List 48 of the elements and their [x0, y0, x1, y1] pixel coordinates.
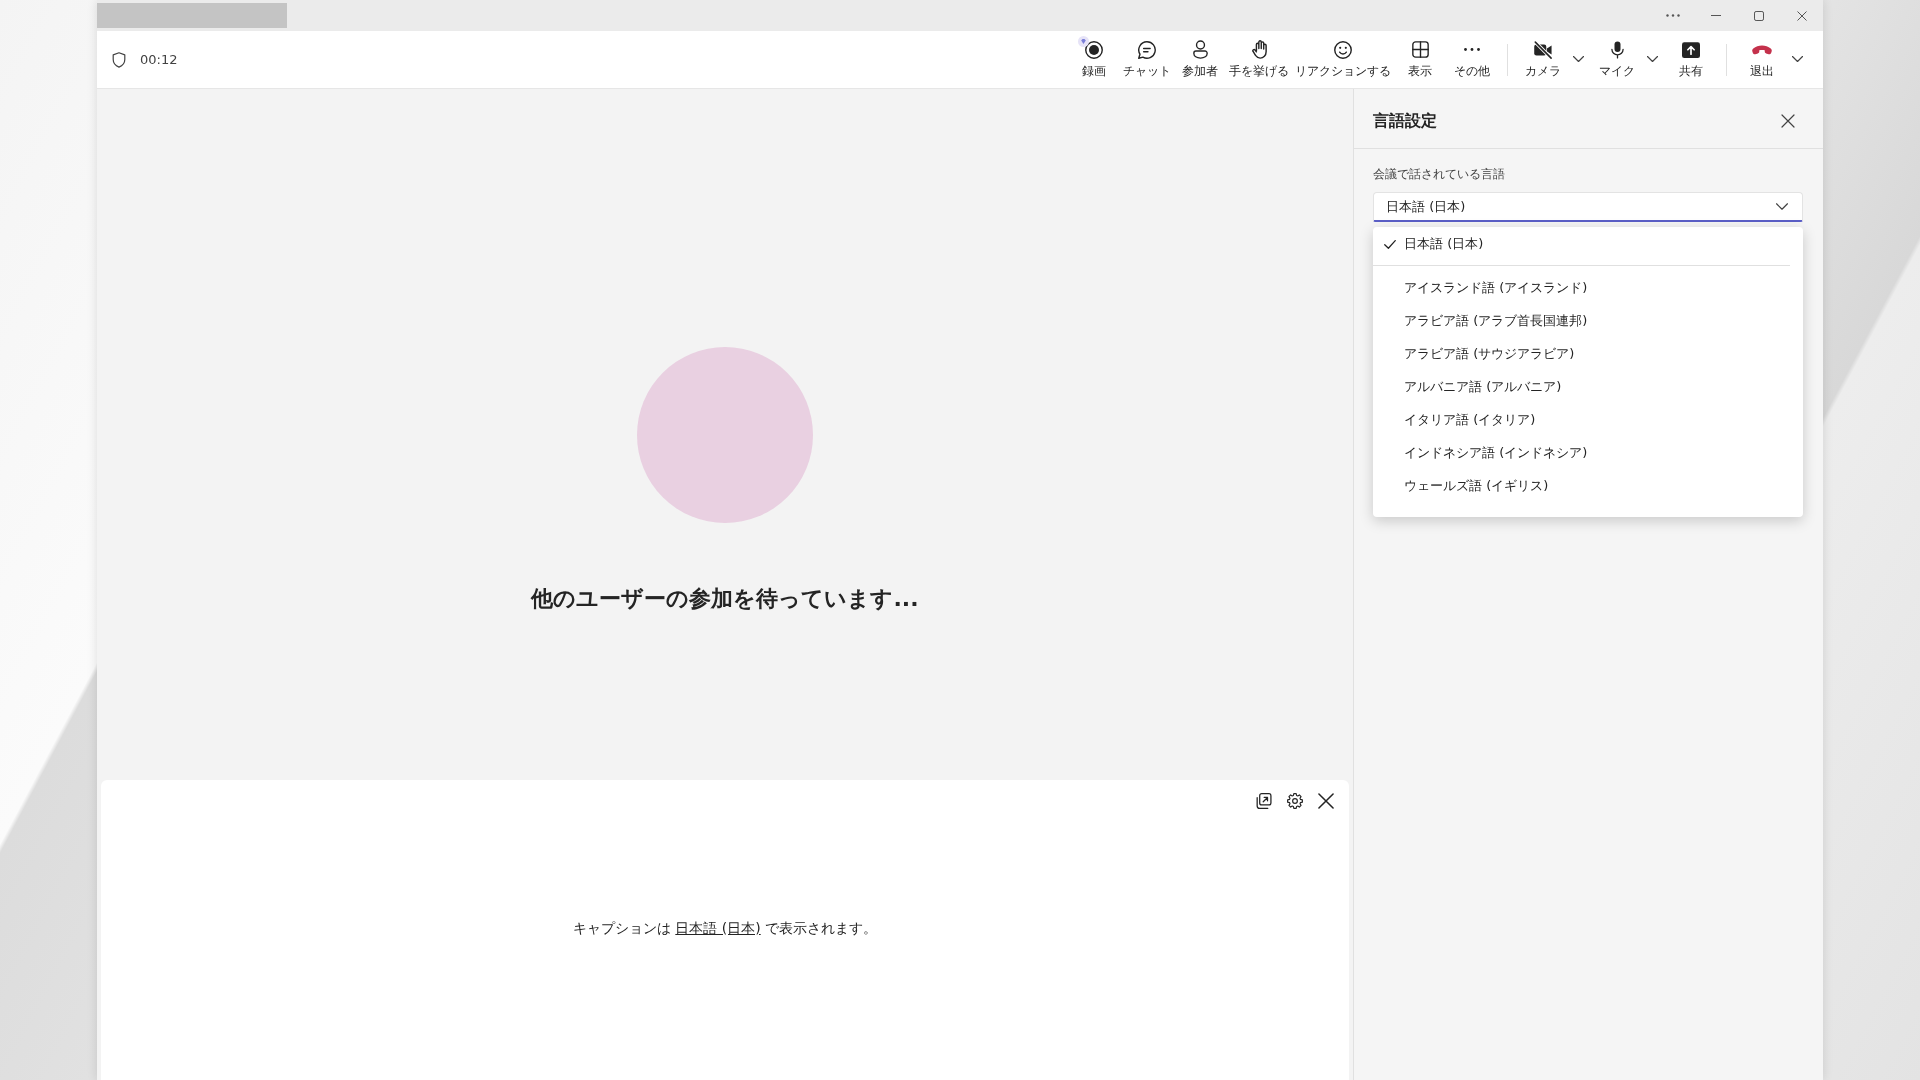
- shield-icon: [112, 51, 126, 68]
- field-label: 会議で話されている言語: [1373, 166, 1506, 183]
- participants-button[interactable]: 参加者: [1175, 32, 1225, 87]
- person-icon: [1192, 40, 1208, 59]
- close-icon: [1781, 113, 1795, 128]
- smiley-icon: [1334, 40, 1352, 59]
- leave-button[interactable]: 退出: [1737, 32, 1787, 87]
- chat-button[interactable]: チャット: [1121, 32, 1173, 87]
- language-option[interactable]: アラビア語 (アラブ首長国連邦): [1373, 304, 1803, 337]
- maximize-icon: [1753, 10, 1764, 21]
- pop-out-icon: [1256, 793, 1272, 809]
- chevron-down-icon: [1776, 203, 1788, 210]
- microphone-button[interactable]: マイク: [1592, 32, 1642, 87]
- caption-language-link[interactable]: 日本語 (日本): [675, 920, 761, 936]
- diamond-icon: [1078, 35, 1089, 47]
- chevron-down-icon: [1646, 55, 1658, 62]
- ellipsis-icon: [1665, 14, 1680, 17]
- language-option[interactable]: インドネシア語 (インドネシア): [1373, 436, 1803, 469]
- chevron-down-icon: [1572, 55, 1584, 62]
- grid-icon: [1411, 41, 1429, 58]
- reactions-button[interactable]: リアクションする: [1293, 32, 1393, 87]
- share-button[interactable]: 共有: [1666, 32, 1716, 87]
- speech-bubble-icon: [1138, 40, 1156, 59]
- view-button[interactable]: 表示: [1395, 32, 1445, 87]
- language-option[interactable]: ウェールズ語 (イギリス): [1373, 469, 1803, 502]
- language-option[interactable]: イタリア語 (イタリア): [1373, 403, 1803, 436]
- hand-icon: [1251, 40, 1267, 59]
- more-button[interactable]: その他: [1447, 32, 1497, 87]
- ellipsis-icon: [1464, 48, 1480, 51]
- language-option[interactable]: アルバニア語 (アルバニア): [1373, 370, 1803, 403]
- record-button[interactable]: 録画: [1069, 32, 1119, 87]
- call-timer: 00:12: [140, 50, 178, 69]
- minimize-icon: [1710, 15, 1721, 16]
- panel-title: 言語設定: [1373, 109, 1437, 132]
- chevron-down-icon: [1791, 55, 1803, 62]
- phone-icon: [1752, 44, 1772, 55]
- language-option[interactable]: アラビア語 (サウジアラビア): [1373, 337, 1803, 370]
- caption-language-message: キャプションは 日本語 (日本) で表示されます。: [571, 919, 879, 938]
- waiting-message: 他のユーザーの参加を待っています...: [531, 585, 919, 613]
- close-icon: [1318, 793, 1334, 809]
- camera-button[interactable]: カメラ: [1518, 32, 1568, 87]
- language-option[interactable]: アイスランド語 (アイスランド): [1373, 271, 1803, 304]
- language-dropdown[interactable]: 日本語 (日本): [1373, 192, 1803, 222]
- language-option[interactable]: 日本語 (日本): [1373, 227, 1803, 261]
- record-icon: [1085, 40, 1103, 59]
- raise-hand-button[interactable]: 手を挙げる: [1227, 32, 1291, 87]
- close-icon: [1796, 10, 1807, 21]
- gear-icon: [1287, 793, 1303, 809]
